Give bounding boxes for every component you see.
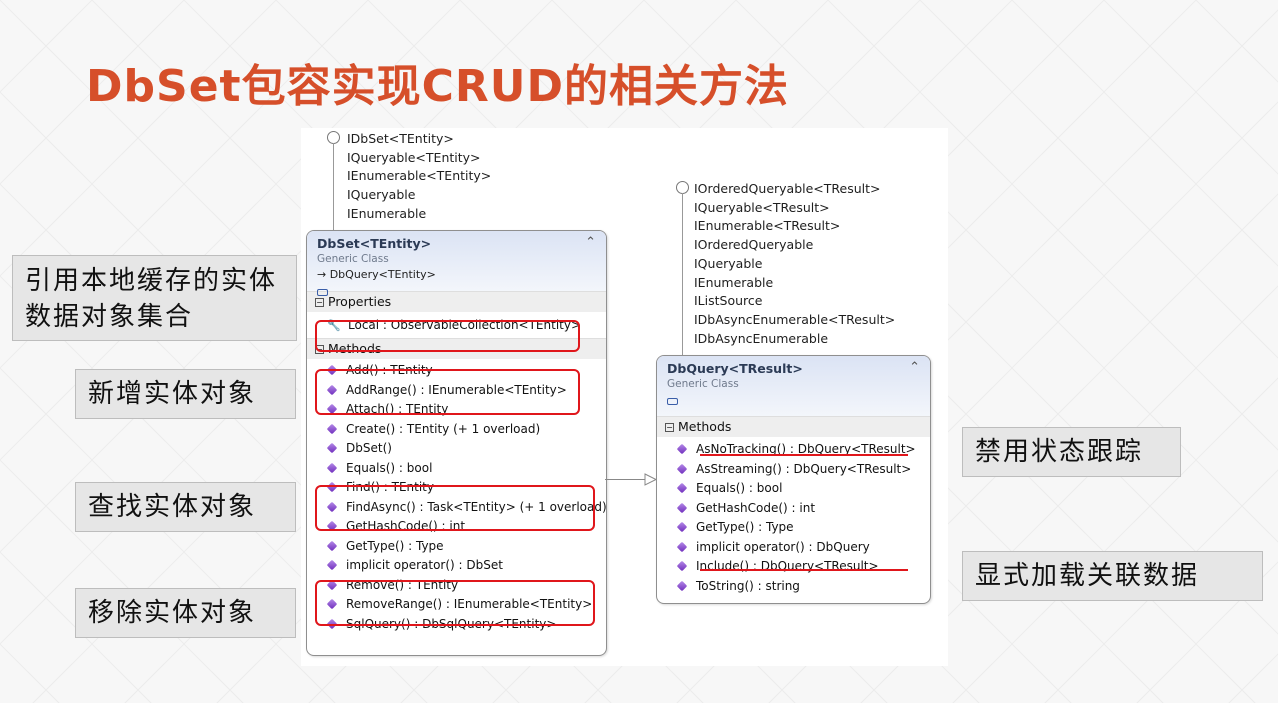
double-chevron-up-icon[interactable]: ⌃ xyxy=(585,235,596,250)
interface-line xyxy=(333,143,334,232)
label-find-entity: 查找实体对象 xyxy=(75,482,296,532)
interface-item: IOrderedQueryable<TResult> xyxy=(694,181,881,196)
method-cube-icon xyxy=(326,423,338,434)
method-row[interactable]: GetType() : Type xyxy=(657,518,930,538)
interface-item: IDbSet<TEntity> xyxy=(347,131,454,146)
method-cube-icon xyxy=(676,502,688,513)
highlight-find-methods xyxy=(315,485,595,531)
method-row[interactable]: GetType() : Type xyxy=(307,537,606,557)
method-cube-icon xyxy=(676,521,688,533)
method-row[interactable]: AsStreaming() : DbQuery<TResult> xyxy=(657,460,930,480)
interface-item: IEnumerable xyxy=(347,205,427,221)
slide-title: DbSet包容实现CRUD的相关方法 xyxy=(86,61,790,112)
method-cube-icon xyxy=(326,462,338,473)
inheritance-connector xyxy=(605,479,649,480)
method-row[interactable]: Equals() : bool xyxy=(657,479,930,499)
highlight-local-property xyxy=(315,320,580,352)
interface-item: IQueryable xyxy=(347,187,416,203)
expand-details-icon[interactable] xyxy=(667,398,678,405)
interface-item: IQueryable xyxy=(694,255,763,271)
method-cube-icon xyxy=(676,560,688,572)
interface-item: IListSource xyxy=(694,293,763,309)
base-class: → DbQuery<TEntity> xyxy=(317,268,436,281)
label-local-cache: 引用本地缓存的实体数据对象集合 xyxy=(12,255,297,341)
method-cube-icon xyxy=(326,540,338,551)
method-cube-icon xyxy=(676,580,688,591)
class-name: DbSet<TEntity> xyxy=(317,236,432,251)
class-kind: Generic Class xyxy=(667,378,739,390)
underline-asnotracking xyxy=(700,454,908,456)
methods-section-header[interactable]: − Methods xyxy=(657,416,930,437)
interface-item: IQueryable<TResult> xyxy=(694,199,830,215)
double-chevron-up-icon[interactable]: ⌃ xyxy=(909,360,920,375)
label-add-entity: 新增实体对象 xyxy=(75,369,296,419)
method-row[interactable]: ToString() : string xyxy=(657,577,930,597)
method-cube-icon xyxy=(676,482,688,494)
interface-item: IOrderedQueryable xyxy=(694,237,814,253)
method-cube-icon xyxy=(326,559,338,571)
label-no-tracking: 禁用状态跟踪 xyxy=(962,427,1181,477)
class-name: DbQuery<TResult> xyxy=(667,361,803,376)
interface-item: IDbAsyncEnumerable<TResult> xyxy=(694,311,896,327)
highlight-add-methods xyxy=(315,369,580,415)
collapse-minus-icon[interactable]: − xyxy=(665,423,674,432)
dbquery-class-box[interactable]: DbQuery<TResult> Generic Class ⌃ − Method… xyxy=(656,355,931,604)
interface-item: IEnumerable xyxy=(694,274,774,290)
constructor-cube-icon xyxy=(326,442,338,454)
class-kind: Generic Class xyxy=(317,253,389,265)
method-row[interactable]: Equals() : bool xyxy=(307,459,606,479)
method-row[interactable]: GetHashCode() : int xyxy=(657,499,930,519)
interface-item: IQueryable<TEntity> xyxy=(347,149,481,165)
method-row[interactable]: implicit operator() : DbSet xyxy=(307,556,606,576)
highlight-remove-methods xyxy=(315,580,595,626)
interface-line xyxy=(682,193,683,357)
dbquery-interface-list: IOrderedQueryable<TResult> IQueryable<TR… xyxy=(694,180,895,348)
label-explicit-load: 显式加载关联数据 xyxy=(962,551,1263,601)
dbset-interface-list: IDbSet<TEntity> IQueryable<TEntity> IEnu… xyxy=(347,130,491,224)
method-cube-icon xyxy=(676,541,688,552)
method-row[interactable]: Include() : DbQuery<TResult> xyxy=(657,557,930,577)
class-header: DbQuery<TResult> Generic Class ⌃ xyxy=(657,356,930,416)
method-row[interactable]: Create() : TEntity (+ 1 overload) xyxy=(307,420,606,440)
underline-include xyxy=(700,569,908,571)
method-cube-icon xyxy=(676,463,688,474)
method-cube-icon xyxy=(676,443,688,455)
method-row[interactable]: DbSet() xyxy=(307,439,606,459)
label-remove-entity: 移除实体对象 xyxy=(75,588,296,638)
expand-details-icon[interactable] xyxy=(317,289,328,296)
interface-item: IDbAsyncEnumerable xyxy=(694,330,829,346)
method-row[interactable]: AsNoTracking() : DbQuery<TResult> xyxy=(657,440,930,460)
interface-item: IEnumerable<TEntity> xyxy=(347,168,492,184)
method-row[interactable]: implicit operator() : DbQuery xyxy=(657,538,930,558)
interface-item: IEnumerable<TResult> xyxy=(694,218,841,234)
class-header: DbSet<TEntity> Generic Class → DbQuery<T… xyxy=(307,231,606,296)
